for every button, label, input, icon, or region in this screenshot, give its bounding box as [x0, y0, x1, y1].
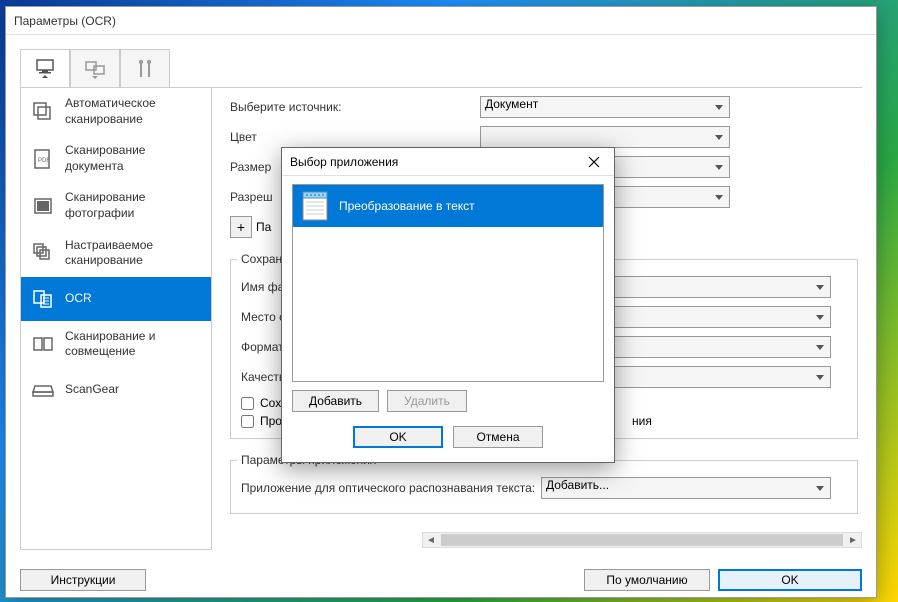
scroll-right-arrow[interactable]: ►: [845, 533, 861, 547]
auto-scan-icon: [31, 100, 55, 124]
dialog-titlebar: Выбор приложения: [282, 148, 614, 176]
source-label: Выберите источник:: [230, 100, 480, 114]
scan-to-icon: [83, 57, 107, 81]
window-footer: Инструкции По умолчанию OK: [6, 563, 876, 597]
check-checkbox[interactable]: [241, 415, 254, 428]
tab-tools[interactable]: [120, 49, 170, 87]
check-checkbox-suffix: ния: [632, 414, 652, 428]
scanner-icon: [31, 378, 55, 402]
sidebar-label: Настраиваемое сканирование: [65, 238, 201, 269]
computer-scan-icon: [33, 56, 57, 80]
sidebar-item-stitch[interactable]: Сканирование и совмещение: [21, 321, 211, 368]
dialog-list-buttons: Добавить Удалить: [292, 390, 604, 412]
sidebar-item-custom-scan[interactable]: Настраиваемое сканирование: [21, 230, 211, 277]
add-app-button[interactable]: Добавить: [292, 390, 379, 412]
sidebar-label: Сканирование фотографии: [65, 190, 201, 221]
tab-scan-from-computer[interactable]: [20, 49, 70, 87]
sidebar-item-scangear[interactable]: ScanGear: [21, 368, 211, 412]
photo-icon: [31, 194, 55, 218]
tools-icon: [133, 57, 157, 81]
close-icon: [588, 156, 600, 168]
params-label: Па: [256, 220, 271, 234]
scrollbar-thumb[interactable]: [441, 534, 843, 546]
tab-scan-to-computer[interactable]: [70, 49, 120, 87]
app-list[interactable]: Преобразование в текст: [292, 184, 604, 382]
app-label: Приложение для оптического распознавания…: [241, 481, 541, 495]
instructions-button[interactable]: Инструкции: [20, 569, 146, 591]
sidebar-item-auto-scan[interactable]: Автоматическое сканирование: [21, 88, 211, 135]
custom-scan-icon: [31, 241, 55, 265]
dialog-body: Преобразование в текст Добавить Удалить …: [282, 176, 614, 456]
app-item-label: Преобразование в текст: [339, 199, 475, 213]
color-label: Цвет: [230, 130, 480, 144]
horizontal-scrollbar[interactable]: ◄ ►: [422, 532, 862, 548]
svg-text:PDF: PDF: [38, 158, 50, 164]
save-checkbox-label: Сох: [260, 396, 281, 410]
stitch-icon: [31, 332, 55, 356]
sidebar-label: OCR: [65, 291, 92, 307]
app-list-item[interactable]: Преобразование в текст: [293, 185, 603, 227]
window-titlebar: Параметры (OCR): [6, 7, 876, 35]
app-select-dialog: Выбор приложения Преобразование в текст …: [281, 147, 615, 463]
source-select[interactable]: Документ: [480, 96, 730, 118]
sidebar-item-photo-scan[interactable]: Сканирование фотографии: [21, 182, 211, 229]
scan-type-sidebar: Автоматическое сканирование PDF Сканиров…: [20, 88, 212, 550]
dialog-cancel-button[interactable]: Отмена: [453, 426, 543, 448]
window-title: Параметры (OCR): [14, 14, 116, 28]
sidebar-label: ScanGear: [65, 382, 119, 398]
dialog-footer: OK Отмена: [292, 426, 604, 448]
app-select[interactable]: Добавить...: [541, 477, 831, 499]
ocr-icon: [31, 287, 55, 311]
dialog-close-button[interactable]: [574, 148, 614, 176]
scroll-left-arrow[interactable]: ◄: [423, 533, 439, 547]
expand-params-button[interactable]: +: [230, 216, 252, 238]
notepad-icon: [297, 188, 333, 224]
pdf-icon: PDF: [31, 147, 55, 171]
sidebar-label: Автоматическое сканирование: [65, 96, 201, 127]
sidebar-label: Сканирование и совмещение: [65, 329, 201, 360]
delete-app-button[interactable]: Удалить: [387, 390, 467, 412]
mode-tabs: [20, 49, 862, 88]
color-select[interactable]: [480, 126, 730, 148]
sidebar-item-document-scan[interactable]: PDF Сканирование документа: [21, 135, 211, 182]
sidebar-label: Сканирование документа: [65, 143, 201, 174]
check-checkbox-label: Про: [260, 414, 282, 428]
defaults-button[interactable]: По умолчанию: [584, 569, 710, 591]
dialog-ok-button[interactable]: OK: [353, 426, 443, 448]
ok-button[interactable]: OK: [718, 569, 862, 591]
save-checkbox[interactable]: [241, 397, 254, 410]
dialog-title: Выбор приложения: [290, 155, 398, 169]
sidebar-item-ocr[interactable]: OCR: [21, 277, 211, 321]
